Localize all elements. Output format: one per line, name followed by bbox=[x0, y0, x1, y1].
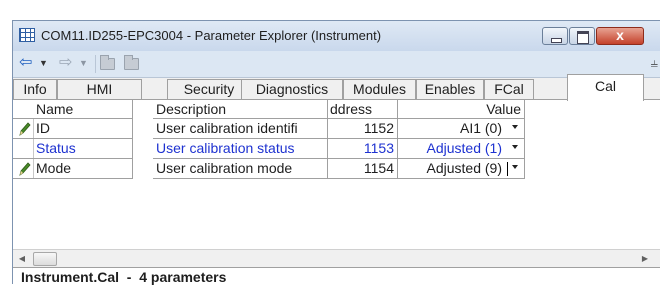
back-dropdown-icon[interactable]: ▼ bbox=[39, 54, 48, 72]
folder-icon[interactable] bbox=[100, 55, 115, 70]
maximize-button[interactable] bbox=[569, 27, 595, 45]
column-header-name[interactable]: Name bbox=[14, 100, 133, 119]
window-title: COM11.ID255-EPC3004 - Parameter Explorer… bbox=[41, 28, 382, 43]
tab-cal[interactable]: Cal bbox=[567, 74, 644, 101]
toolbar-separator bbox=[95, 55, 96, 73]
table-row[interactable]: Status User calibration status 1153 Adju… bbox=[13, 139, 525, 159]
cell-address: 1152 bbox=[328, 119, 398, 139]
tab-security[interactable]: Security bbox=[167, 79, 251, 100]
cell-name: Mode bbox=[14, 159, 133, 179]
table-row[interactable]: Mode User calibration mode 1154 Adjusted… bbox=[13, 159, 525, 179]
tab-diagnostics[interactable]: Diagnostics bbox=[241, 79, 343, 100]
scroll-right-icon[interactable]: ▶ bbox=[638, 252, 652, 266]
cell-description: User calibration identifi bbox=[153, 119, 328, 139]
parameter-table: Name Description ddress Value ID User ca… bbox=[13, 100, 525, 179]
title-bar[interactable]: COM11.ID255-EPC3004 - Parameter Explorer… bbox=[13, 21, 660, 51]
status-bar: Instrument.Cal - 4 parameters bbox=[13, 267, 660, 285]
cell-name: Status bbox=[14, 139, 133, 159]
parameter-explorer-window: COM11.ID255-EPC3004 - Parameter Explorer… bbox=[12, 20, 660, 285]
tab-enables[interactable]: Enables bbox=[416, 79, 484, 100]
tab-fcal[interactable]: FCal bbox=[484, 79, 534, 100]
tab-modules[interactable]: Modules bbox=[343, 79, 416, 100]
column-header-address[interactable]: ddress bbox=[328, 100, 398, 119]
cell-value: AI1 (0) bbox=[459, 120, 502, 136]
chevron-down-icon[interactable] bbox=[512, 145, 518, 149]
chevron-down-icon[interactable] bbox=[512, 125, 518, 129]
scroll-thumb[interactable] bbox=[33, 252, 57, 266]
status-text: Instrument.Cal - 4 parameters bbox=[21, 269, 227, 285]
close-icon: x bbox=[616, 27, 624, 43]
column-header-value[interactable]: Value bbox=[398, 100, 525, 119]
cell-value-select[interactable]: AI1 (0) bbox=[398, 119, 525, 139]
minimize-button[interactable] bbox=[542, 27, 568, 45]
horizontal-scrollbar[interactable]: ◀ ▶ bbox=[13, 249, 660, 267]
cell-value-select[interactable]: Adjusted (9) bbox=[398, 159, 525, 179]
toolbar: ⇦ ▼ ⇨ ▼ ⫨ bbox=[13, 51, 660, 77]
tab-info[interactable]: Info bbox=[13, 79, 57, 100]
forward-arrow-icon[interactable]: ⇨ bbox=[59, 54, 72, 72]
table-grid-icon bbox=[19, 28, 35, 42]
cell-description: User calibration mode bbox=[153, 159, 328, 179]
chevron-down-icon[interactable] bbox=[512, 165, 518, 169]
cell-address: 1153 bbox=[328, 139, 398, 159]
back-arrow-icon[interactable]: ⇦ bbox=[19, 54, 32, 72]
forward-dropdown-icon[interactable]: ▼ bbox=[79, 54, 88, 72]
folder-open-icon[interactable] bbox=[124, 55, 139, 70]
close-button[interactable]: x bbox=[596, 27, 644, 45]
tab-hmi[interactable]: HMI bbox=[57, 79, 142, 100]
table-header: Name Description ddress Value bbox=[13, 100, 525, 119]
table-row[interactable]: ID User calibration identifi 1152 AI1 (0… bbox=[13, 119, 525, 139]
pushpin-icon[interactable]: ⫨ bbox=[651, 55, 658, 71]
cell-description: User calibration status bbox=[153, 139, 328, 159]
cell-address: 1154 bbox=[328, 159, 398, 179]
cell-value-select[interactable]: Adjusted (1) bbox=[398, 139, 525, 159]
scroll-left-icon[interactable]: ◀ bbox=[15, 252, 29, 266]
parameter-grid-area: Name Description ddress Value ID User ca… bbox=[13, 99, 660, 249]
column-header-description[interactable]: Description bbox=[153, 100, 328, 119]
cell-name: ID bbox=[14, 119, 133, 139]
tab-bar: Info HMI Security Diagnostics Modules En… bbox=[13, 74, 660, 101]
text-caret bbox=[507, 162, 508, 176]
cell-value: Adjusted (1) bbox=[426, 140, 502, 156]
cell-value: Adjusted (9) bbox=[426, 160, 502, 176]
